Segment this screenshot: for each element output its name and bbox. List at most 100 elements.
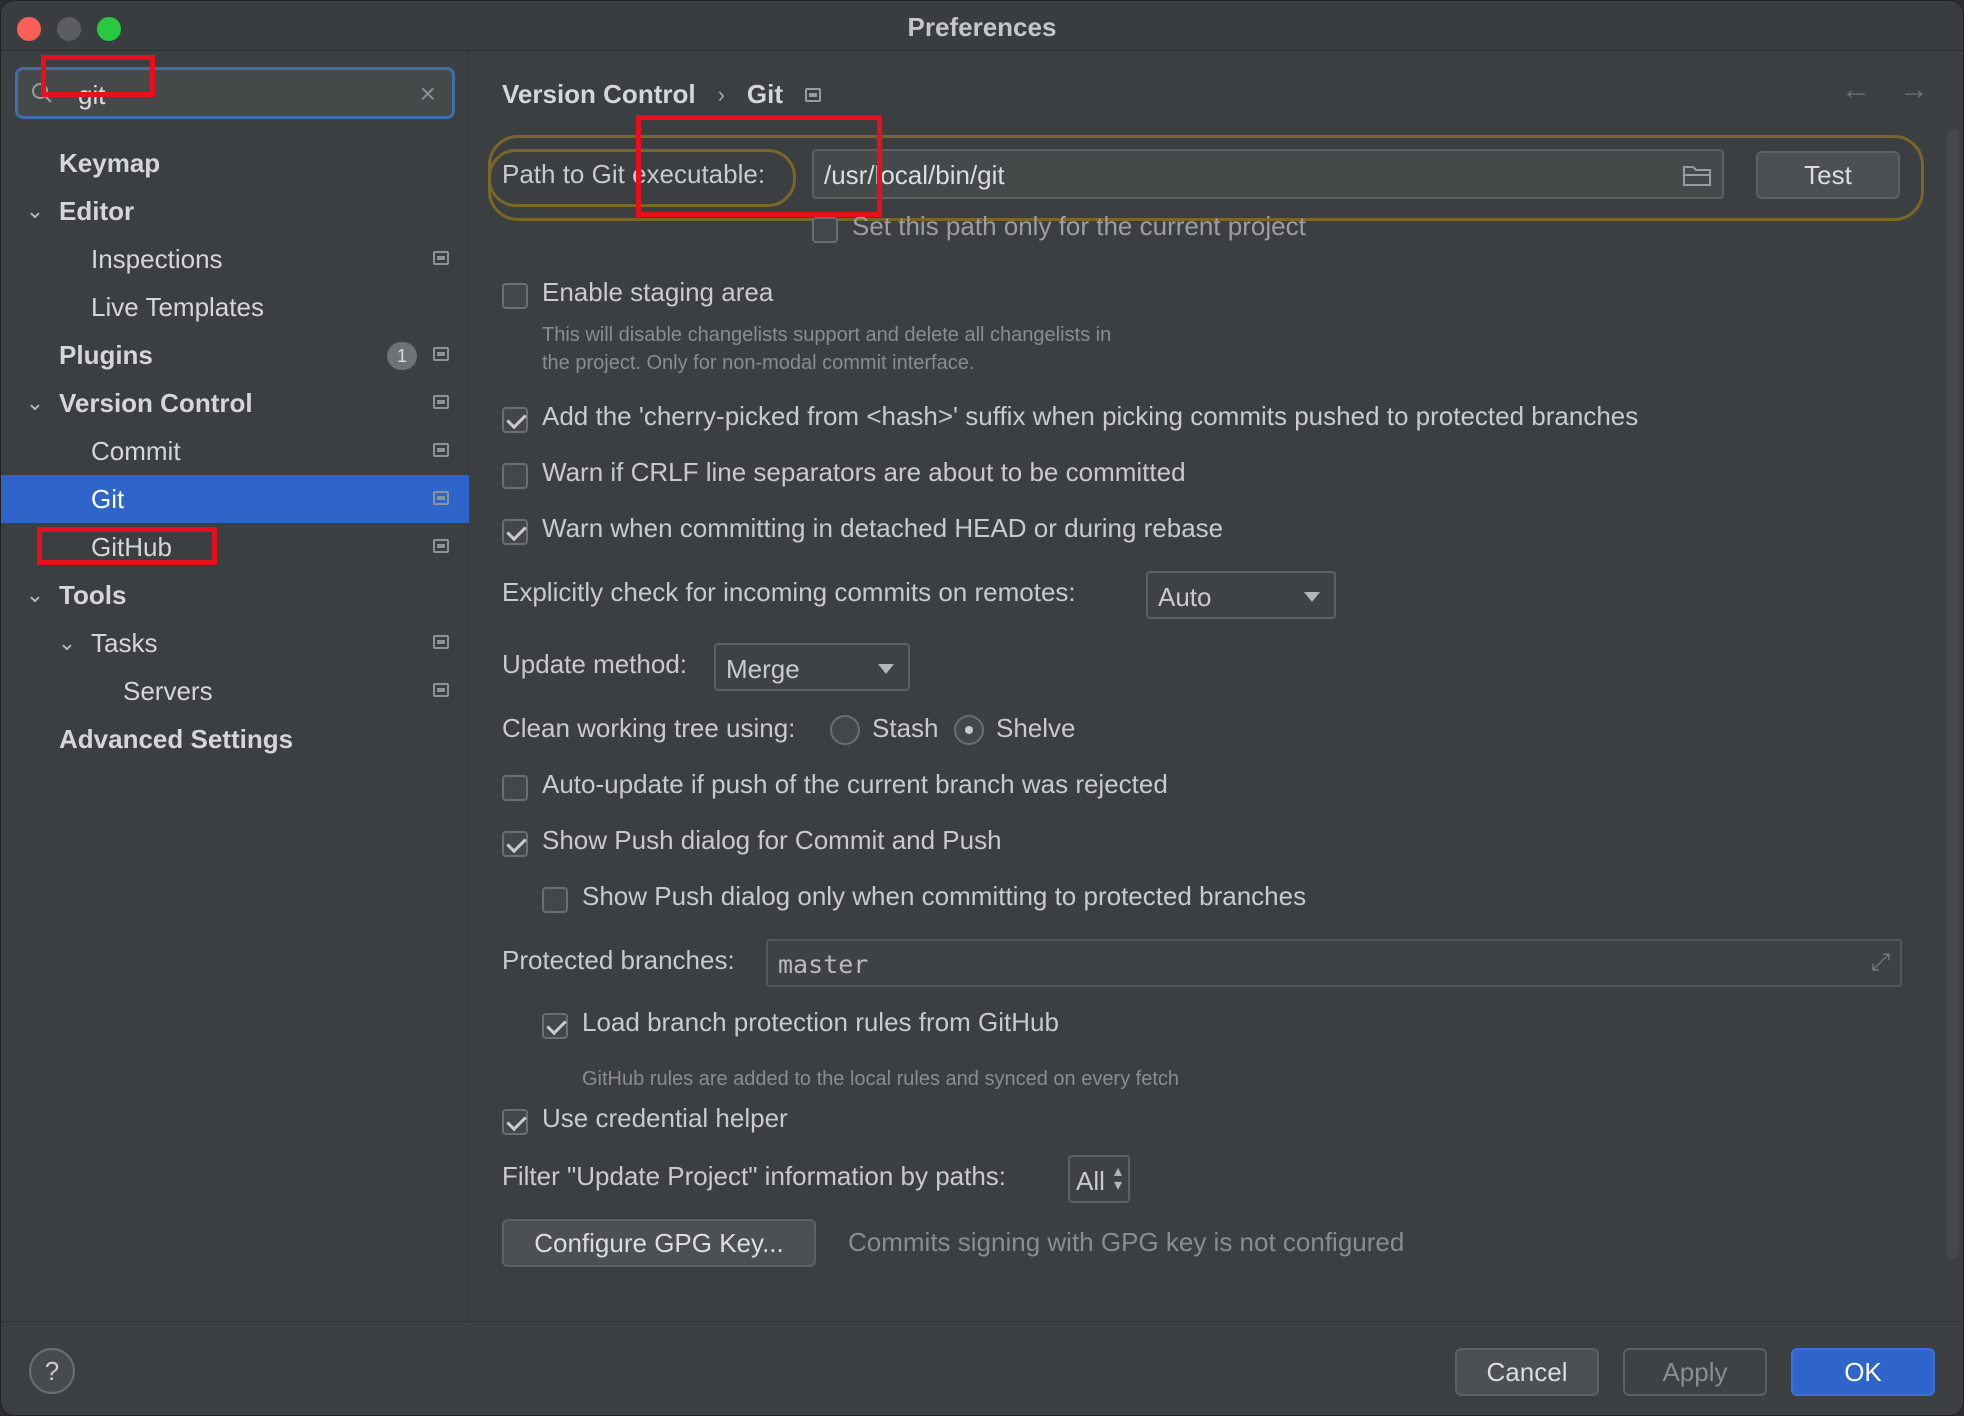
sidebar-item-label: Tools (59, 580, 127, 610)
chevron-down-icon[interactable]: ⌄ (23, 187, 47, 235)
show-push-protected-label: Show Push dialog only when committing to… (582, 881, 1307, 911)
show-push-protected-checkbox[interactable] (542, 887, 568, 913)
auto-update-label: Auto-update if push of the current branc… (542, 769, 1168, 799)
clean-tree-label: Clean working tree using: (502, 713, 796, 743)
sidebar-item-label: Keymap (59, 148, 161, 178)
help-button[interactable]: ? (29, 1348, 75, 1394)
sidebar-item-label: Servers (123, 676, 213, 706)
enable-staging-checkbox[interactable] (502, 283, 528, 309)
sidebar-item-label: Live Templates (91, 292, 264, 322)
sidebar-item-label: Git (91, 484, 125, 514)
settings-search-input[interactable]: git × (15, 67, 455, 119)
incoming-commits-value: Auto (1158, 582, 1212, 612)
git-settings: Path to Git executable: /usr/local/bin/g… (470, 51, 1963, 1321)
git-path-value: /usr/local/bin/git (824, 160, 1005, 190)
sidebar-item-github[interactable]: GitHub (1, 523, 469, 571)
sidebar-item-keymap[interactable]: Keymap (1, 139, 469, 187)
sidebar-item-label: Plugins (59, 340, 153, 370)
incoming-commits-select[interactable]: Auto (1146, 571, 1336, 619)
configure-gpg-button[interactable]: Configure GPG Key... (502, 1219, 816, 1267)
clear-search-icon[interactable]: × (420, 78, 436, 110)
protected-branches-input[interactable]: master ⤢ (766, 939, 1902, 987)
warn-detached-label: Warn when committing in detached HEAD or… (542, 513, 1224, 543)
updown-icon: ▴ ▾ (1113, 1163, 1122, 1194)
vertical-scrollbar[interactable] (1947, 129, 1959, 1259)
project-scope-icon (433, 491, 449, 505)
load-rules-label: Load branch protection rules from GitHub (582, 1007, 1059, 1037)
rules-hint: GitHub rules are added to the local rule… (582, 1068, 1180, 1090)
chevron-down-icon[interactable]: ⌄ (55, 619, 79, 667)
warn-detached-checkbox[interactable] (502, 519, 528, 545)
project-scope-icon (433, 443, 449, 457)
enable-staging-label: Enable staging area (542, 277, 774, 307)
sidebar-item-live-templates[interactable]: Live Templates (1, 283, 469, 331)
sidebar-item-label: Version Control (59, 388, 253, 418)
update-method-value: Merge (726, 654, 800, 684)
path-only-project-label: Set this path only for the current proje… (852, 211, 1306, 241)
cancel-button[interactable]: Cancel (1455, 1348, 1599, 1396)
protected-branches-label: Protected branches: (502, 945, 735, 975)
expand-icon[interactable]: ⤢ (1871, 949, 1890, 977)
stash-label: Stash (872, 713, 939, 743)
cherry-picked-checkbox[interactable] (502, 407, 528, 433)
gpg-status: Commits signing with GPG key is not conf… (848, 1227, 1405, 1257)
project-scope-icon (433, 251, 449, 265)
chevron-down-icon (1304, 592, 1320, 602)
settings-sidebar: git × Keymap ⌄ Editor Inspections Live Templ… (1, 51, 469, 1321)
filter-paths-value: All (1076, 1166, 1105, 1196)
sidebar-item-tasks[interactable]: ⌄ Tasks (1, 619, 469, 667)
warn-crlf-checkbox[interactable] (502, 463, 528, 489)
apply-button[interactable]: Apply (1623, 1348, 1767, 1396)
project-scope-icon (433, 347, 449, 361)
ok-button[interactable]: OK (1791, 1348, 1935, 1396)
preferences-window: Preferences git × Keymap ⌄ Editor Inspectio… (0, 0, 1964, 1416)
chevron-down-icon[interactable]: ⌄ (23, 571, 47, 619)
sidebar-item-version-control[interactable]: ⌄ Version Control (1, 379, 469, 427)
staging-hint-line-1: This will disable changelists support an… (542, 324, 1112, 346)
window-title: Preferences (907, 12, 1057, 42)
credential-helper-label: Use credential helper (542, 1103, 788, 1133)
cherry-picked-label: Add the 'cherry-picked from <hash>' suff… (542, 401, 1639, 431)
title-bar: Preferences (1, 1, 1963, 51)
sidebar-item-git[interactable]: Git (1, 475, 469, 523)
stash-radio[interactable] (830, 715, 860, 745)
sidebar-item-advanced-settings[interactable]: Advanced Settings (1, 715, 469, 763)
search-icon (32, 83, 52, 103)
show-push-label: Show Push dialog for Commit and Push (542, 825, 1002, 855)
sidebar-item-tools[interactable]: ⌄ Tools (1, 571, 469, 619)
filter-paths-select[interactable]: All ▴ ▾ (1068, 1155, 1130, 1203)
update-method-select[interactable]: Merge (714, 643, 910, 691)
chevron-down-icon[interactable]: ⌄ (23, 379, 47, 427)
sidebar-item-label: Tasks (91, 628, 158, 658)
protected-branches-value: master (778, 950, 869, 979)
credential-helper-checkbox[interactable] (502, 1109, 528, 1135)
sidebar-item-plugins[interactable]: Plugins 1 (1, 331, 469, 379)
shelve-radio[interactable] (954, 715, 984, 745)
test-button[interactable]: Test (1756, 151, 1900, 199)
sidebar-item-label: Advanced Settings (59, 724, 294, 754)
project-scope-icon (433, 539, 449, 553)
search-value: git (78, 80, 106, 110)
sidebar-item-inspections[interactable]: Inspections (1, 235, 469, 283)
show-push-checkbox[interactable] (502, 831, 528, 857)
sidebar-item-editor[interactable]: ⌄ Editor (1, 187, 469, 235)
plugins-update-badge: 1 (387, 342, 417, 370)
folder-icon[interactable] (1682, 163, 1712, 187)
incoming-commits-label: Explicitly check for incoming commits on… (502, 577, 1076, 607)
warn-crlf-label: Warn if CRLF line separators are about t… (542, 457, 1186, 487)
auto-update-checkbox[interactable] (502, 775, 528, 801)
path-to-git-label: Path to Git executable: (502, 159, 766, 189)
project-scope-icon (433, 635, 449, 649)
sidebar-item-servers[interactable]: Servers (1, 667, 469, 715)
dialog-footer: ? Cancel Apply OK (1, 1321, 1963, 1415)
load-rules-checkbox[interactable] (542, 1013, 568, 1039)
sidebar-item-label: Commit (91, 436, 181, 466)
path-only-project-checkbox[interactable] (812, 217, 838, 243)
filter-paths-label: Filter "Update Project" information by p… (502, 1161, 1007, 1191)
chevron-down-icon (878, 664, 894, 674)
sidebar-item-label: Editor (59, 196, 135, 226)
sidebar-item-commit[interactable]: Commit (1, 427, 469, 475)
settings-main-panel: Version Control › Git ← → Path to Git ex… (470, 51, 1963, 1321)
project-scope-icon (433, 395, 449, 409)
git-path-input[interactable]: /usr/local/bin/git (812, 149, 1724, 199)
